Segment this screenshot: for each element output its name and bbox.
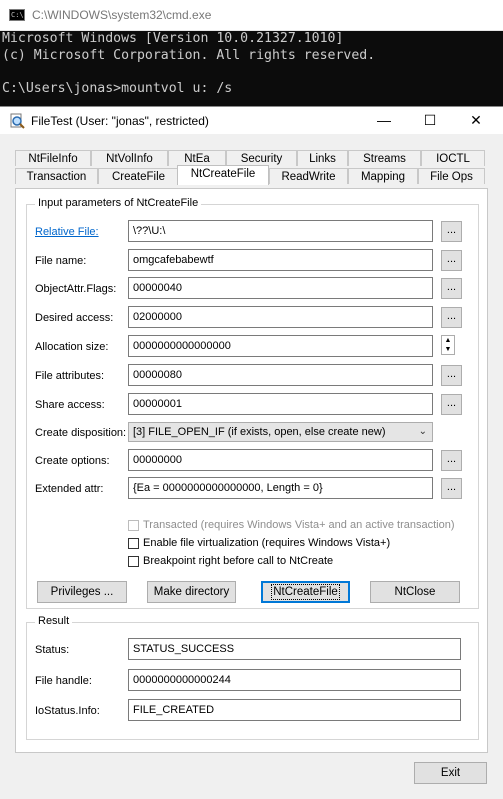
cmd-output[interactable]: Microsoft Windows [Version 10.0.21327.10…: [2, 31, 375, 97]
tab-ntfileinfo[interactable]: NtFileInfo: [15, 150, 91, 166]
file-name-label: File name:: [35, 255, 87, 267]
status-label: Status:: [35, 644, 70, 656]
breakpoint-checkbox[interactable]: [128, 556, 139, 567]
close-button[interactable]: ✕: [461, 109, 491, 131]
share-access-input[interactable]: 00000001: [128, 393, 433, 415]
file-attributes-browse-button[interactable]: ...: [441, 365, 462, 386]
spin-down-icon[interactable]: ▼: [442, 345, 454, 354]
cmd-line: C:\Users\jonas>mountvol u: /s: [2, 80, 233, 96]
file-handle-label: File handle:: [35, 675, 92, 687]
transacted-checkbox: [128, 520, 139, 531]
create-disposition-select[interactable]: [3] FILE_OPEN_IF (if exists, open, else …: [128, 422, 433, 442]
maximize-button[interactable]: ☐: [415, 109, 445, 131]
create-disposition-label: Create disposition:: [35, 427, 127, 439]
iostatus-info-label: IoStatus.Info:: [35, 705, 100, 717]
tab-mapping[interactable]: Mapping: [348, 168, 418, 184]
share-access-browse-button[interactable]: ...: [441, 394, 462, 415]
cmd-title: C:\WINDOWS\system32\cmd.exe: [32, 8, 212, 22]
objattr-flags-browse-button[interactable]: ...: [441, 278, 462, 299]
cmd-line: Microsoft Windows [Version 10.0.21327.10…: [2, 31, 344, 46]
file-virtualization-label[interactable]: Enable file virtualization (requires Win…: [143, 537, 390, 549]
allocation-size-label: Allocation size:: [35, 341, 109, 353]
cmd-window: C:\ C:\WINDOWS\system32\cmd.exe Microsof…: [0, 0, 503, 106]
file-virtualization-checkbox[interactable]: [128, 538, 139, 549]
extended-attr-browse-button[interactable]: ...: [441, 478, 462, 499]
objattr-flags-label: ObjectAttr.Flags:: [35, 283, 117, 295]
tab-file-ops[interactable]: File Ops: [418, 168, 485, 184]
tab-ntea[interactable]: NtEa: [168, 150, 226, 166]
file-attributes-label: File attributes:: [35, 370, 105, 382]
relative-file-input[interactable]: \??\U:\: [128, 220, 433, 242]
create-options-input[interactable]: 00000000: [128, 449, 433, 471]
result-group: Result Status: STATUS_SUCCESS File handl…: [26, 615, 479, 740]
tab-security[interactable]: Security: [226, 150, 297, 166]
input-parameters-group: Input parameters of NtCreateFile Relativ…: [26, 197, 479, 609]
breakpoint-label[interactable]: Breakpoint right before call to NtCreate: [143, 555, 333, 567]
ntclose-button[interactable]: NtClose: [370, 581, 460, 603]
dialog-titlebar: FileTest (User: "jonas", restricted) — ☐…: [0, 107, 503, 134]
chevron-down-icon: ⌄: [418, 426, 427, 437]
filetest-dialog: FileTest (User: "jonas", restricted) — ☐…: [0, 106, 503, 799]
tab-readwrite[interactable]: ReadWrite: [269, 168, 348, 184]
tab-transaction[interactable]: Transaction: [15, 168, 98, 184]
minimize-button[interactable]: —: [369, 109, 399, 131]
desired-access-browse-button[interactable]: ...: [441, 307, 462, 328]
tab-ntvolinfo[interactable]: NtVolInfo: [91, 150, 168, 166]
group-title: Result: [35, 615, 73, 627]
allocation-size-spinner[interactable]: ▲ ▼: [441, 335, 455, 355]
extended-attr-input[interactable]: {Ea = 0000000000000000, Length = 0}: [128, 477, 433, 499]
create-options-label: Create options:: [35, 455, 110, 467]
file-handle-output[interactable]: 0000000000000244: [128, 669, 461, 691]
group-title: Input parameters of NtCreateFile: [35, 197, 202, 209]
relative-file-browse-button[interactable]: ...: [441, 221, 462, 242]
privileges-button[interactable]: Privileges ...: [37, 581, 127, 603]
cmd-line: (c) Microsoft Corporation. All rights re…: [2, 47, 376, 63]
relative-file-link[interactable]: Relative File:: [35, 226, 99, 238]
magnifier-app-icon: [10, 113, 25, 129]
dialog-title: FileTest (User: "jonas", restricted): [31, 114, 209, 128]
transacted-label: Transacted (requires Windows Vista+ and …: [143, 519, 455, 531]
ntcreatefile-panel: Input parameters of NtCreateFile Relativ…: [15, 188, 488, 753]
tab-ioctl[interactable]: IOCTL: [421, 150, 485, 166]
cmd-icon: C:\: [9, 9, 25, 21]
ntcreatefile-button-label: NtCreateFile: [271, 584, 340, 600]
file-attributes-input[interactable]: 00000080: [128, 364, 433, 386]
share-access-label: Share access:: [35, 399, 105, 411]
ntcreatefile-button[interactable]: NtCreateFile: [261, 581, 350, 603]
extended-attr-label: Extended attr:: [35, 483, 104, 495]
tab-streams[interactable]: Streams: [348, 150, 421, 166]
create-options-browse-button[interactable]: ...: [441, 450, 462, 471]
objattr-flags-input[interactable]: 00000040: [128, 277, 433, 299]
allocation-size-input[interactable]: 0000000000000000: [128, 335, 433, 357]
status-output[interactable]: STATUS_SUCCESS: [128, 638, 461, 660]
desired-access-label: Desired access:: [35, 312, 114, 324]
tab-createfile[interactable]: CreateFile: [98, 168, 179, 184]
iostatus-info-output[interactable]: FILE_CREATED: [128, 699, 461, 721]
cmd-line: [2, 64, 375, 81]
make-directory-button[interactable]: Make directory: [147, 581, 236, 603]
tab-ntcreatefile[interactable]: NtCreateFile: [177, 165, 269, 185]
exit-button[interactable]: Exit: [414, 762, 487, 784]
desired-access-input[interactable]: 02000000: [128, 306, 433, 328]
file-name-browse-button[interactable]: ...: [441, 250, 462, 271]
file-name-input[interactable]: omgcafebabewtf: [128, 249, 433, 271]
spin-up-icon[interactable]: ▲: [442, 336, 454, 345]
create-disposition-value: [3] FILE_OPEN_IF (if exists, open, else …: [133, 426, 386, 438]
cmd-titlebar: C:\ C:\WINDOWS\system32\cmd.exe: [0, 0, 503, 31]
tab-links[interactable]: Links: [297, 150, 348, 166]
